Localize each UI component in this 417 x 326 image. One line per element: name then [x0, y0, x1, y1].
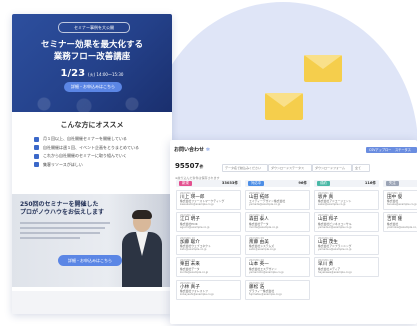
text-line	[20, 227, 105, 229]
inquiry-card[interactable]: 2023/01 10 山田 拓郎 エイディーデザイン株式会社 yamada@examp…	[245, 189, 310, 210]
download-form-select[interactable]: ダウンロードフォーム	[312, 164, 352, 172]
speaker-heading-line1: 250回のセミナーを開催した	[20, 201, 99, 208]
recommend-item-text: 月１回以上、自社開催セミナーを開催している	[43, 136, 127, 142]
settings-icon[interactable]: ✲	[206, 147, 210, 153]
column-header[interactable]: 成約 116件	[314, 180, 379, 187]
column-label: 成約	[317, 181, 330, 186]
card-email: yamada@example.co.jp	[249, 203, 281, 207]
hero-banner: セミナー事例を大公開 セミナー効果を最大化する 業務フロー改善講座 1/23 (火…	[12, 14, 172, 112]
card-email: yamamoto@example.co.jp	[249, 270, 284, 274]
hero-headline-line2: 業務フロー改善講座	[53, 52, 131, 62]
card-email: yoshioka@example.co.jp	[387, 225, 417, 229]
inquiry-card[interactable]: 2023/01 10 山田 和子 株式会社ビジネスコンサル yamada.k@exam…	[314, 212, 379, 232]
envelope-icon	[304, 55, 342, 82]
inquiry-card[interactable]: 2023/01 09 斎藤 由美 株式会社システムズ saito@example.co…	[245, 234, 310, 255]
hero-date-sub: (火) 14:00〜15:30	[88, 72, 124, 77]
column-header[interactable]: 失注	[383, 180, 417, 187]
card-email: hayakawa@example.co.jp	[318, 270, 352, 274]
speaker-heading-line2: プロがノウハウをお伝えします	[20, 209, 105, 216]
recommend-item-text: 自社開催は週１回、イベント企画をとりまとめている	[43, 144, 139, 150]
page-footer	[12, 291, 172, 314]
kanban-column: 成約 116件 2023/01 10 坂井 真株式会社アドエージェント sakai@ex…	[314, 180, 379, 324]
inquiry-board-window: お問い合わせ ✲ CSVアップロード ステータス管理 95507件 データ名で絞…	[170, 140, 417, 324]
inquiry-card[interactable]: 2023/01 09 山田 茂生 株式会社アドプランニング yamada.s@exam…	[314, 234, 379, 255]
hero-tag: セミナー事例を大公開	[58, 22, 130, 33]
recommend-item: 自社開催は週１回、イベント企画をとりまとめている	[34, 144, 164, 153]
card-email: kato@example.co.jp	[180, 248, 207, 252]
inquiry-card[interactable]: 2023/01 09 早川 勇株式会社メディア hayakawa@example.c…	[314, 257, 379, 277]
speaker-cta-button[interactable]: 詳細・お申込みはこちら	[58, 255, 122, 266]
inquiry-card[interactable]: 2023/01 10 加藤 聡介 株式会社ウェブコネクト kato@example.c…	[176, 234, 241, 255]
check-icon	[34, 145, 39, 151]
kanban-column: 対応中 96件 2023/01 10 山田 拓郎 エイディーデザイン株式会社 yamada…	[245, 180, 310, 324]
kanban-column: 新規 33033件 2023/01 10 川上 瑛一郎 株式会社ファーストマーケティング…	[176, 180, 241, 324]
check-icon	[34, 153, 39, 159]
recommend-list: 月１回以上、自社開催セミナーを開催している 自社開催は週１回、イベント企画をとり…	[34, 135, 164, 169]
inquiry-card[interactable]: 2023/01 09 小林 真子 株式会社フォレストフ kobayashi@examp…	[176, 279, 241, 300]
card-email: yamada.s@example.co.jp	[318, 248, 352, 252]
hero-headline-line1: セミナー効果を最大化する	[40, 40, 143, 50]
recommend-item-text: これから自社開催のセミナーに取り組んでいく	[43, 153, 127, 159]
speaker-photo	[120, 210, 164, 287]
card-email: fujimatsu@example.co.jp	[249, 293, 282, 297]
card-email: saito@example.co.jp	[249, 248, 277, 252]
card-email: kurita@example.co.jp	[180, 270, 209, 274]
card-email: tanaka@example.co.jp	[387, 203, 417, 207]
recommend-item-text: 集客リソースがほしい	[43, 161, 83, 167]
landing-page-preview: セミナー事例を大公開 セミナー効果を最大化する 業務フロー改善講座 1/23 (火…	[12, 14, 172, 314]
card-email: kobayashi@example.co.jp	[180, 293, 214, 297]
recommend-item: これから自社開催のセミナーに取り組んでいく	[34, 152, 164, 161]
status-manage-button[interactable]: ステータス管理	[392, 147, 417, 158]
text-line	[20, 232, 100, 234]
check-icon	[34, 162, 39, 168]
download-status-select[interactable]: ダウンロードステータス	[268, 164, 312, 172]
card-email: kawakami@example.co.jp	[180, 203, 214, 207]
column-label: 新規	[179, 181, 192, 186]
inquiry-card[interactable]: 2023/01 10 田中 俊株式会社 tanaka@example.co.jp	[383, 189, 417, 210]
column-count: 116件	[364, 181, 376, 185]
card-email: sakai@example.co.jp	[318, 203, 346, 207]
speaker-section: 250回のセミナーを開催した プロがノウハウをお伝えします	[12, 194, 172, 287]
section-title: こんな方にオススメ	[60, 121, 124, 129]
column-header[interactable]: 対応中 96件	[245, 180, 310, 187]
inquiry-card[interactable]: 2023/01 09 山本 英一 株式会社エスデザイン yamamoto@exampl…	[245, 257, 310, 277]
text-line	[20, 222, 110, 224]
column-label: 対応中	[248, 181, 265, 186]
inquiry-card[interactable]: 2023/01 10 森田 泰人 株式会社データ morita@example.co.…	[245, 212, 310, 232]
column-count: 33033件	[221, 181, 238, 185]
envelope-icon	[265, 93, 303, 120]
check-icon	[34, 136, 39, 142]
all-filter-select[interactable]: 全て	[352, 164, 370, 172]
column-label: 失注	[386, 181, 399, 186]
kanban-column: 失注 2023/01 10 田中 俊株式会社 tanaka@example.co.jp…	[383, 180, 417, 324]
card-email: yamada.k@example.co.jp	[318, 225, 352, 229]
card-email: morita@example.co.jp	[249, 225, 279, 229]
hero-date: 1/23 (火) 14:00〜15:30	[12, 68, 172, 79]
hero-date-main: 1/23	[60, 68, 86, 79]
text-line	[20, 237, 80, 239]
inquiry-card[interactable]: 2023/01 10 吉岡 隆株式会社 yoshioka@example.co.jp	[383, 212, 417, 232]
recommend-item: 集客リソースがほしい	[34, 161, 164, 170]
board-title: お問い合わせ ✲	[174, 147, 210, 153]
inquiry-card[interactable]: 2023/01 10 江口 明子 株式会社ECIK eguchi@example.co…	[176, 212, 241, 232]
speaker-heading: 250回のセミナーを開催した プロがノウハウをお伝えします	[20, 201, 104, 217]
recommend-item: 月１回以上、自社開催セミナーを開催している	[34, 135, 164, 144]
inquiry-card[interactable]: 2023/01 10 坂井 真株式会社アドエージェント sakai@example.…	[314, 189, 379, 210]
inquiry-count: 95507件	[175, 162, 204, 170]
inquiry-card[interactable]: 2023/01 09 栗田 未来 株式会社データ kurita@example.co.…	[176, 257, 241, 277]
inquiry-card[interactable]: 2023/01 10 川上 瑛一郎 株式会社ファーストマーケティング kawakami…	[176, 189, 241, 210]
card-email: eguchi@example.co.jp	[180, 225, 210, 229]
column-header[interactable]: 新規 33033件	[176, 180, 241, 187]
column-count: 96件	[298, 181, 307, 185]
name-filter-input[interactable]: データ名で絞込みください	[222, 164, 268, 172]
hero-cta-button[interactable]: 詳細・お申込みはこちら	[64, 82, 122, 92]
inquiry-card[interactable]: 2023/01 09 藤松 浩グラフィー株式会社 fujimatsu@example…	[245, 279, 310, 300]
